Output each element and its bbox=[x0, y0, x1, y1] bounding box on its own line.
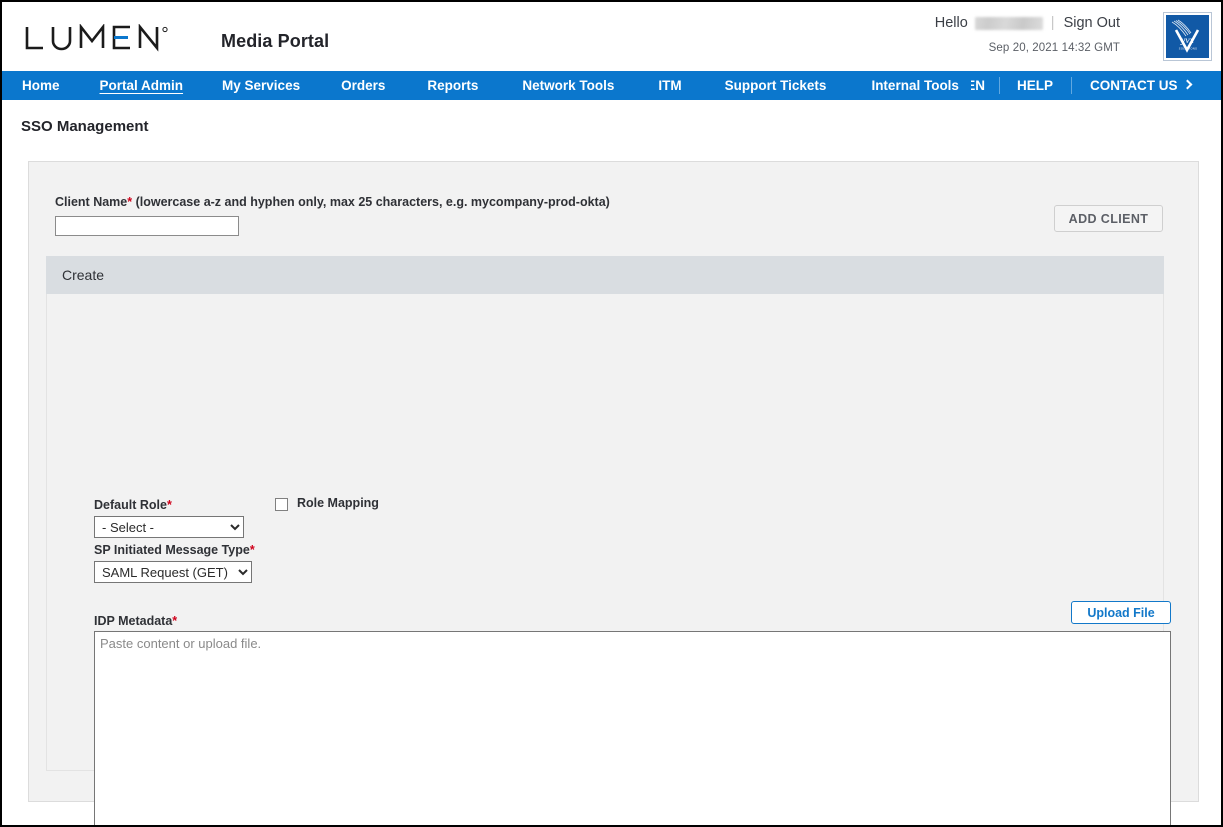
required-asterisk-idp: * bbox=[172, 614, 178, 628]
required-asterisk-role: * bbox=[166, 498, 172, 512]
top-header: Media Portal Hello | Sign Out Sep 20, 20… bbox=[2, 2, 1221, 71]
nav-item-language[interactable]: EN bbox=[971, 78, 985, 93]
page-title: SSO Management bbox=[21, 118, 149, 135]
upload-file-button[interactable]: Upload File bbox=[1071, 601, 1171, 624]
nav-item-home[interactable]: Home bbox=[22, 71, 60, 100]
required-asterisk-sp: * bbox=[249, 543, 255, 557]
header-divider: | bbox=[1050, 15, 1055, 31]
user-greeting: Hello | Sign Out bbox=[935, 15, 1120, 31]
role-mapping-checkbox[interactable] bbox=[275, 498, 288, 511]
sp-message-type-select[interactable]: SAML Request (GET) bbox=[94, 561, 252, 583]
nav-item-network-tools[interactable]: Network Tools bbox=[522, 71, 614, 100]
idp-metadata-label: IDP Metadata* bbox=[94, 614, 177, 628]
nav-item-my-services[interactable]: My Services bbox=[222, 71, 300, 100]
sp-message-type-label-text: SP Initiated Message Type bbox=[94, 543, 250, 557]
nav-item-contact-us[interactable]: CONTACT US bbox=[1090, 71, 1178, 100]
svg-text:SOLUTIONS: SOLUTIONS bbox=[1179, 47, 1198, 51]
default-role-select[interactable]: - Select - bbox=[94, 516, 244, 538]
sp-message-type-field: SP Initiated Message Type* SAML Request … bbox=[94, 543, 255, 583]
nav-item-help[interactable]: HELP bbox=[1017, 71, 1053, 100]
sp-message-type-label: SP Initiated Message Type* bbox=[94, 543, 255, 557]
default-role-label: Default Role* bbox=[94, 498, 244, 512]
role-mapping-label: Role Mapping bbox=[297, 496, 379, 510]
nav-item-itm[interactable]: ITM bbox=[658, 71, 681, 100]
nav-divider-1 bbox=[998, 77, 1000, 94]
default-role-label-text: Default Role bbox=[94, 498, 167, 512]
create-section-title: Create bbox=[62, 267, 105, 283]
client-name-row: Client Name* (lowercase a-z and hyphen o… bbox=[29, 162, 1198, 256]
client-name-label: Client Name* (lowercase a-z and hyphen o… bbox=[55, 195, 1198, 209]
nav-item-support-tickets[interactable]: Support Tickets bbox=[725, 71, 827, 100]
sign-out-link[interactable]: Sign Out bbox=[1064, 15, 1120, 31]
redacted-user-name bbox=[974, 16, 1043, 30]
vyvx-logo[interactable]: yvx SOLUTIONS bbox=[1164, 13, 1211, 60]
client-name-label-text: Client Name bbox=[55, 195, 128, 209]
lumen-logo[interactable] bbox=[24, 24, 182, 52]
header-timestamp: Sep 20, 2021 14:32 GMT bbox=[988, 42, 1120, 54]
main-navigation: Home Portal Admin My Services Orders Rep… bbox=[2, 71, 1221, 100]
nav-item-orders[interactable]: Orders bbox=[341, 71, 385, 100]
create-section-header[interactable]: Create bbox=[46, 256, 1164, 294]
client-name-input[interactable] bbox=[55, 216, 239, 236]
sso-management-panel: Client Name * (lowercase a-z and hyphen o… bbox=[28, 161, 1199, 825]
role-mapping-field[interactable]: Role Mapping bbox=[275, 496, 379, 511]
idp-metadata-label-text: IDP Metadata bbox=[94, 614, 173, 628]
hello-label: Hello bbox=[934, 15, 968, 31]
svg-text:yvx: yvx bbox=[1180, 36, 1194, 46]
nav-item-portal-admin[interactable]: Portal Admin bbox=[100, 71, 184, 100]
portal-title: Media Portal bbox=[221, 31, 330, 51]
app-window: Media Portal Hello | Sign Out Sep 20, 20… bbox=[0, 0, 1223, 827]
idp-metadata-textarea[interactable] bbox=[94, 631, 1171, 825]
nav-item-reports[interactable]: Reports bbox=[427, 71, 478, 100]
client-name-hint: (lowercase a-z and hyphen only, max 25 c… bbox=[132, 195, 610, 209]
nav-item-internal-tools[interactable]: Internal Tools bbox=[871, 71, 959, 100]
chevron-right-icon[interactable] bbox=[1183, 79, 1193, 90]
default-role-field: Default Role* - Select - bbox=[94, 498, 244, 538]
add-client-button[interactable]: ADD CLIENT bbox=[1054, 205, 1163, 232]
nav-divider-2 bbox=[1070, 77, 1072, 94]
